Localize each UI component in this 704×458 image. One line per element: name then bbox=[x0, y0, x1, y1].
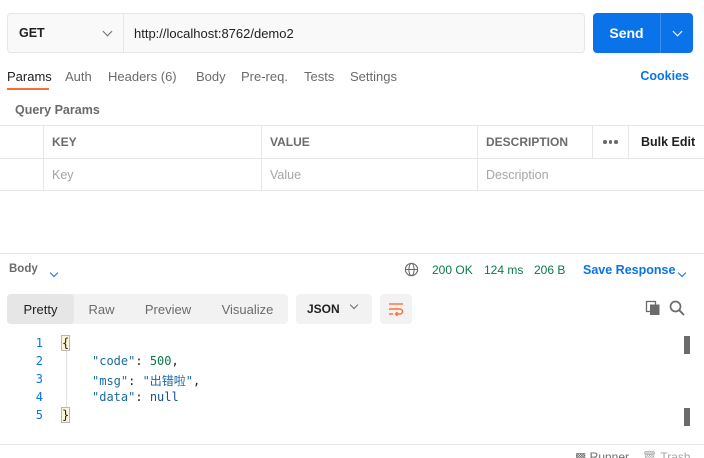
json-value: 500 bbox=[149, 354, 172, 368]
chevron-down-icon bbox=[349, 300, 359, 310]
tab-visualize[interactable]: Visualize bbox=[207, 294, 288, 324]
scrollbar-marker[interactable] bbox=[684, 336, 690, 354]
copy-icon[interactable] bbox=[645, 300, 661, 316]
code-line: 2 "code": 500, bbox=[0, 354, 680, 372]
description-input[interactable]: Description bbox=[477, 159, 704, 190]
send-button-group: Send bbox=[593, 13, 693, 53]
pane-divider[interactable] bbox=[0, 253, 704, 254]
globe-icon[interactable] bbox=[404, 262, 419, 277]
response-section-label[interactable]: Body bbox=[9, 263, 38, 275]
code-text: "msg": "出错啦", bbox=[92, 374, 201, 388]
tab-raw[interactable]: Raw bbox=[74, 294, 129, 324]
response-bar: Body 200 OK 124 ms 206 B Save Response bbox=[0, 262, 704, 278]
value-input[interactable]: Value bbox=[261, 159, 477, 190]
request-bar: GET http://localhost:8762/demo2 bbox=[7, 13, 585, 53]
json-punct: , bbox=[193, 374, 201, 388]
chevron-down-icon bbox=[672, 26, 682, 36]
response-view-tabs: Pretty Raw Preview Visualize bbox=[7, 294, 288, 324]
json-value: "出错啦" bbox=[142, 374, 194, 388]
line-number: 2 bbox=[35, 354, 43, 368]
json-value: null bbox=[149, 390, 179, 404]
code-text: { bbox=[60, 335, 71, 351]
tab-auth[interactable]: Auth bbox=[65, 69, 92, 84]
save-response-button[interactable]: Save Response bbox=[583, 263, 675, 277]
send-button[interactable]: Send bbox=[593, 13, 660, 53]
search-icon[interactable] bbox=[669, 300, 685, 316]
line-number: 4 bbox=[35, 390, 43, 404]
method-label: GET bbox=[19, 26, 45, 40]
url-text: http://localhost:8762/demo2 bbox=[134, 25, 294, 41]
tab-body[interactable]: Body bbox=[196, 69, 226, 84]
query-params-title: Query Params bbox=[15, 103, 100, 117]
code-line: 3 "msg": "出错啦", bbox=[0, 372, 680, 390]
active-tab-indicator bbox=[7, 88, 49, 90]
code-text: } bbox=[60, 407, 71, 423]
bulk-edit-button[interactable]: Bulk Edit bbox=[628, 126, 704, 158]
scrollbar-marker[interactable] bbox=[684, 408, 690, 426]
url-input[interactable]: http://localhost:8762/demo2 bbox=[124, 14, 584, 52]
tab-params[interactable]: Params bbox=[7, 69, 52, 84]
wrap-lines-button[interactable] bbox=[380, 294, 412, 324]
tab-settings[interactable]: Settings bbox=[350, 69, 397, 84]
chevron-down-icon[interactable] bbox=[677, 264, 687, 279]
code-line: 1 { bbox=[0, 335, 680, 354]
method-select[interactable]: GET bbox=[8, 14, 124, 52]
runner-button[interactable]: ▩ Runner bbox=[575, 450, 629, 458]
tab-tests[interactable]: Tests bbox=[304, 69, 334, 84]
tab-pre-request[interactable]: Pre-req. bbox=[241, 69, 288, 84]
code-line: 4 "data": null bbox=[0, 390, 680, 408]
request-tabs: Params Auth Headers (6) Body Pre-req. Te… bbox=[0, 64, 704, 90]
status-code[interactable]: 200 OK bbox=[432, 263, 473, 277]
column-header-description: DESCRIPTION bbox=[477, 126, 592, 158]
json-key: "code" bbox=[92, 354, 136, 368]
code-line: 5 } bbox=[0, 407, 680, 426]
tab-preview[interactable]: Preview bbox=[129, 294, 207, 324]
response-time[interactable]: 124 ms bbox=[484, 263, 523, 277]
line-number: 5 bbox=[35, 408, 43, 422]
params-table: KEY VALUE DESCRIPTION Bulk Edit Key Valu… bbox=[0, 125, 704, 191]
tab-pretty[interactable]: Pretty bbox=[7, 294, 74, 324]
more-options-icon[interactable] bbox=[592, 126, 628, 158]
send-options-button[interactable] bbox=[661, 13, 693, 53]
format-select[interactable]: JSON bbox=[296, 294, 372, 324]
column-header-value: VALUE bbox=[261, 126, 477, 158]
code-text: "code": 500, bbox=[92, 354, 179, 368]
line-number: 3 bbox=[35, 372, 43, 386]
response-code-viewer[interactable]: 1 { 2 "code": 500, 3 "msg": "出错啦", 4 "da… bbox=[0, 335, 704, 435]
wrap-lines-icon bbox=[389, 303, 404, 316]
status-footer: ▩ Runner 🗑 Trash bbox=[0, 444, 704, 458]
chevron-down-icon bbox=[102, 26, 113, 36]
key-input[interactable]: Key bbox=[43, 159, 261, 190]
chevron-down-icon[interactable] bbox=[49, 264, 59, 279]
code-text: "data": null bbox=[92, 390, 179, 404]
trash-button[interactable]: 🗑 Trash bbox=[642, 450, 691, 458]
json-key: "msg" bbox=[92, 374, 129, 388]
column-header-key: KEY bbox=[43, 126, 261, 158]
json-key: "data" bbox=[92, 390, 136, 404]
tab-headers[interactable]: Headers (6) bbox=[108, 69, 177, 84]
table-header-row: KEY VALUE DESCRIPTION Bulk Edit bbox=[0, 125, 704, 158]
response-size[interactable]: 206 B bbox=[534, 263, 565, 277]
json-punct: , bbox=[171, 354, 179, 368]
format-label: JSON bbox=[307, 302, 340, 316]
line-number: 1 bbox=[35, 336, 43, 350]
cookies-link[interactable]: Cookies bbox=[640, 69, 689, 83]
table-row: Key Value Description bbox=[0, 158, 704, 191]
